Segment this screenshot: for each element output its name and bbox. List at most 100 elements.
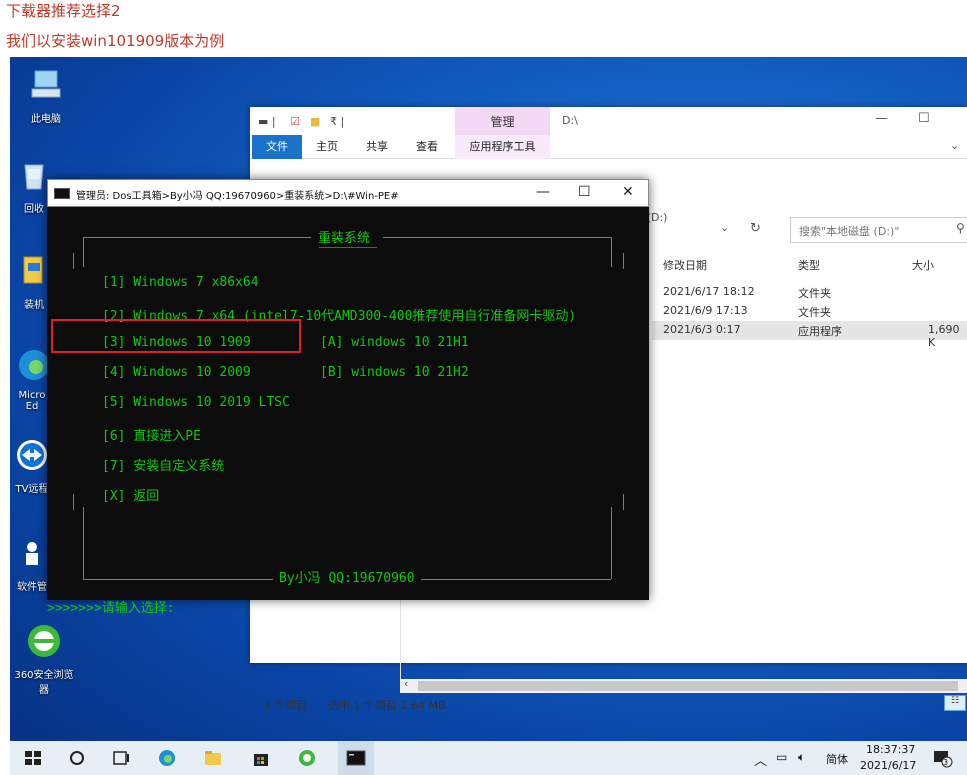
minimize-icon[interactable]: — [875,111,888,126]
properties-icon[interactable]: ☑ [290,115,300,128]
desktop-icon-label: Micro [18,390,46,401]
ribbon-tab-file[interactable]: 文件 [252,135,302,159]
software-manager-icon [26,542,38,565]
file-row[interactable]: 2021/6/17 18:12 文件夹 [652,283,967,302]
frame-line [83,237,84,267]
desktop-icon-label-2: Ed [25,401,39,412]
desktop-icon-software-manager[interactable]: 软件管 [12,535,52,593]
360-browser-icon [28,625,60,657]
frame-line [83,579,273,580]
desktop-icon-label: 此电脑 [31,114,61,125]
ribbon-tab-view[interactable]: 查看 [412,135,442,159]
file-date: 2021/6/3 0:17 [663,323,741,336]
file-row[interactable]: 2021/6/9 17:13 文件夹 [652,302,967,321]
console-heading: 重装系统 [318,231,371,246]
menu-option-7[interactable]: [7] 安装自定义系统 [102,455,224,474]
maximize-icon[interactable]: ☐ [578,184,591,200]
folder-icon[interactable]: ■ [310,115,320,128]
ribbon-tab-app-tools[interactable]: 应用程序工具 [455,135,550,159]
explorer-system-icon[interactable]: ▬ | [258,115,276,128]
menu-option-1[interactable]: [1] Windows 7 x86x64 [102,275,259,290]
explorer-title-path: D:\ [562,114,578,127]
clock-time[interactable]: 18:37:37 [866,743,915,756]
explorer-ribbon: 文件 主页 共享 查看 应用程序工具 ⌄ [250,135,967,159]
frame-line [623,494,624,510]
quick-access-dropdown-icon[interactable]: ₹ | [330,115,344,128]
frame-line [611,237,612,267]
file-date: 2021/6/9 17:13 [663,304,748,317]
caption-line-1: 下载器推荐选择2 [6,2,121,20]
ribbon-tab-home[interactable]: 主页 [312,135,342,159]
menu-option-x[interactable]: [X] 返回 [102,485,159,504]
store-icon[interactable] [250,748,272,768]
desktop-icon-label: 软件管 [17,582,47,593]
desktop: 此电脑 回收 装机 Micro Ed TV远程 软件管 360安全浏览器 ▬ |… [10,57,967,775]
column-headers: 修改日期 类型 大小 [660,257,967,277]
console-footer: By小冯 QQ:19670960 [279,571,415,586]
menu-option-b[interactable]: [B] windows 10 21H2 [320,365,469,380]
menu-option-a[interactable]: [A] windows 10 21H1 [320,335,469,350]
ime-indicator[interactable]: 简体 [826,751,848,767]
file-row-selected[interactable]: 2021/6/3 0:17 应用程序 1,690 K [652,321,967,349]
menu-option-6[interactable]: [6] 直接进入PE [102,425,201,444]
desktop-icon-label: 360安全浏览器 [14,670,74,696]
search-icon[interactable] [66,748,88,768]
explorer-title-bar: ▬ | ☑ ■ ₹ | 管理 D:\ — ☐ [250,107,967,137]
console-title: 管理员: Dos工具箱>By小冯 QQ:19670960>重装系统>D:\#Wi… [76,191,399,202]
maximize-icon[interactable]: ☐ [918,111,930,126]
horizontal-scrollbar[interactable]: ‹ [400,677,967,693]
menu-option-5[interactable]: [5] Windows 10 2019 LTSC [102,395,290,410]
frame-line [611,507,612,579]
desktop-icon-teamviewer[interactable]: TV远程 [12,437,52,495]
chevron-down-icon[interactable]: ⌄ [950,139,959,152]
console-icon [54,188,70,199]
ribbon-tab-share[interactable]: 共享 [362,135,392,159]
column-header-date[interactable]: 修改日期 [663,257,707,273]
minimize-icon[interactable]: — [536,184,550,200]
details-view-icon[interactable]: ☷ [944,695,966,711]
column-header-size[interactable]: 大小 [912,257,934,273]
scroll-left-icon[interactable]: ‹ [404,677,408,690]
console-window[interactable]: 管理员: Dos工具箱>By小冯 QQ:19670960>重装系统>D:\#Wi… [47,179,649,616]
scrollbar-thumb[interactable] [418,681,958,691]
taskbar: ︿ ▭ 🔈︎ 简体 18:37:37 2021/6/17 3 [10,741,967,775]
desktop-icon-label: TV远程 [15,484,49,495]
edge-icon[interactable] [156,748,178,768]
frame-line [383,237,611,238]
frame-line [623,253,624,269]
file-size: 1,690 K [928,323,960,349]
menu-option-4[interactable]: [4] Windows 10 2009 [102,365,251,380]
frame-line [73,253,74,269]
desktop-icon-this-pc[interactable]: 此电脑 [14,67,78,125]
taskbar-console-active[interactable] [338,741,374,775]
status-selection: 选中 1 个项目 1.64 MB [328,699,446,712]
360-browser-icon[interactable] [296,748,318,768]
manage-tab[interactable]: 管理 [455,107,550,135]
volume-icon[interactable]: 🔈︎ [798,750,805,765]
network-icon[interactable]: ▭ [776,750,787,764]
status-item-count: 3 个项目 [264,699,308,712]
search-icon[interactable]: ⚲ [956,221,965,235]
search-input[interactable]: 搜索"本地磁盘 (D:)" [790,217,967,243]
file-type: 文件夹 [798,287,831,300]
file-explorer-icon[interactable] [202,748,224,768]
frame-line [83,237,311,238]
close-icon[interactable]: ✕ [622,184,634,200]
desktop-icon-360-browser[interactable]: 360安全浏览器 [14,623,74,696]
refresh-icon[interactable]: ↻ [750,221,761,236]
task-view-icon[interactable] [110,748,132,768]
windows-start-icon[interactable] [22,748,44,768]
column-header-type[interactable]: 类型 [798,257,820,273]
file-date: 2021/6/17 18:12 [663,285,755,298]
console-icon [346,750,366,766]
frame-line [421,579,611,580]
file-type: 文件夹 [798,306,831,319]
chevron-up-icon[interactable]: ︿ [754,750,767,769]
computer-icon [31,70,61,98]
clock-date[interactable]: 2021/6/17 [860,759,916,772]
desktop-icon-edge[interactable]: Micro Ed [12,347,52,412]
notification-count-badge: 3 [943,758,949,767]
address-dropdown-icon[interactable]: ⌄ [720,221,729,234]
heading-underline [319,247,377,248]
console-prompt[interactable]: >>>>>>>请输入选择: [47,597,175,616]
